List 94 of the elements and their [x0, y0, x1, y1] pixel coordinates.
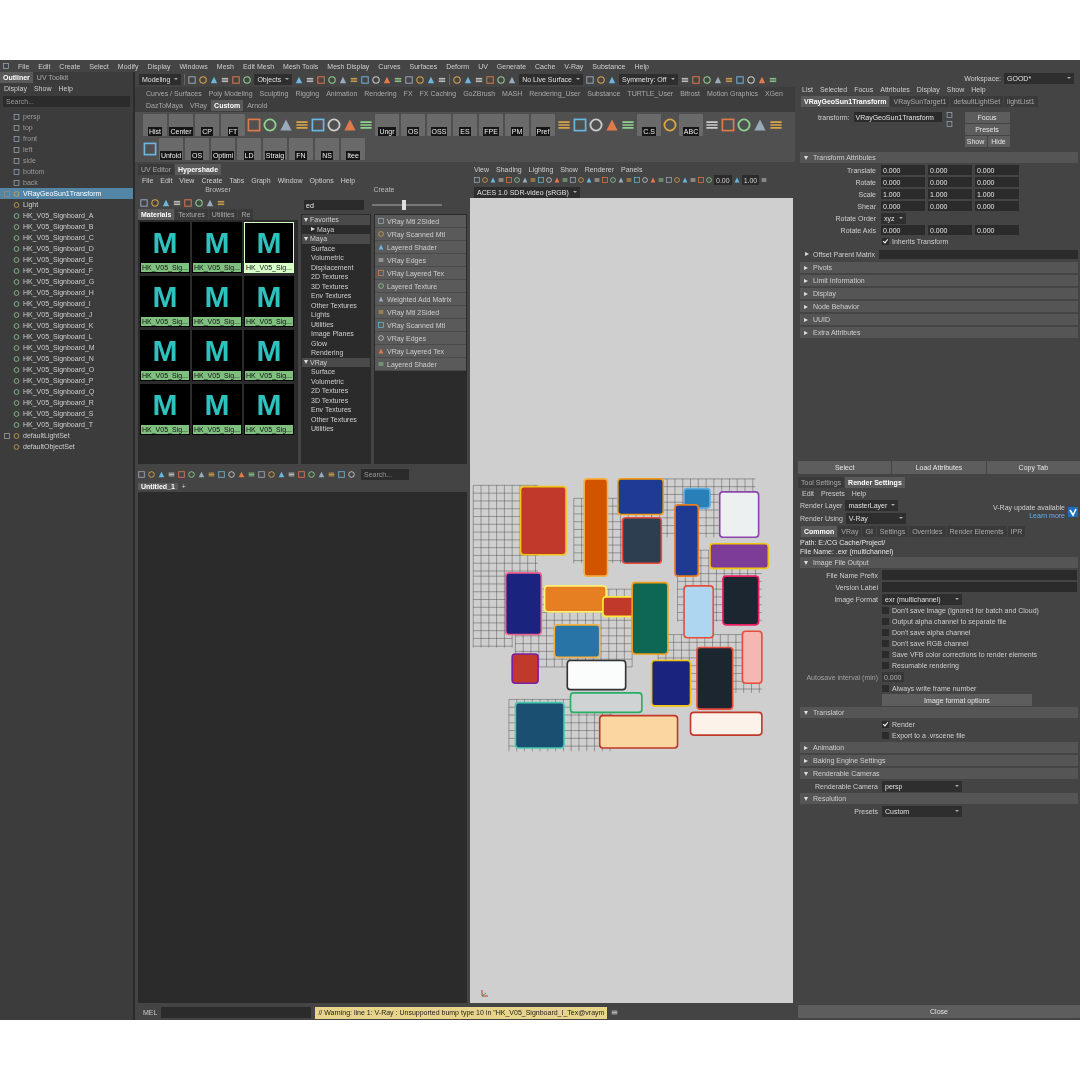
node-icon	[378, 218, 384, 224]
expand-arrow-icon[interactable]	[804, 304, 808, 309]
expand-arrow-icon[interactable]	[805, 252, 809, 256]
shelf-tool-icon[interactable]	[705, 118, 719, 132]
collapse-arrow-icon[interactable]	[804, 771, 808, 776]
node-icon	[378, 335, 384, 341]
node-icon	[378, 270, 384, 276]
shelf-tool-icon[interactable]	[263, 118, 277, 132]
expand-toggle-icon[interactable]	[4, 190, 10, 197]
shelf-tool-icon[interactable]	[311, 118, 325, 132]
viewport-tool-icon[interactable]	[530, 177, 536, 183]
slider-thumb[interactable]	[401, 200, 406, 210]
collapse-arrow-icon[interactable]	[804, 710, 808, 715]
tool-icon[interactable]	[475, 75, 484, 84]
snap-icon[interactable]	[394, 75, 403, 84]
shelf-tool-icon[interactable]	[295, 118, 309, 132]
shelf-tool-icon[interactable]	[621, 118, 635, 132]
logo-icon	[1068, 507, 1078, 517]
render-tool-icon[interactable]	[680, 75, 689, 84]
viewport-tool-icon[interactable]	[761, 177, 768, 183]
expand-arrow-icon[interactable]	[804, 291, 808, 296]
snap-icon[interactable]	[306, 75, 315, 84]
input-icon[interactable]	[945, 112, 953, 118]
checkbox[interactable]	[882, 685, 889, 692]
checkbox[interactable]	[882, 629, 889, 636]
checkbox[interactable]	[882, 640, 889, 647]
node-icon	[378, 296, 384, 302]
node-icon	[378, 322, 384, 328]
node-icon	[378, 361, 384, 367]
graph-tool-icon[interactable]	[168, 470, 175, 478]
render-tool-icon[interactable]	[768, 75, 777, 84]
viewport-tool-icon[interactable]	[733, 177, 740, 183]
expand-arrow-icon[interactable]	[804, 265, 808, 270]
shelf-tool-icon[interactable]	[247, 118, 261, 132]
checkbox[interactable]	[882, 238, 889, 245]
shelf-tool-icon[interactable]	[279, 118, 293, 132]
viewport-tool-icon[interactable]	[690, 177, 696, 183]
command-field[interactable]	[161, 1007, 312, 1018]
checkbox[interactable]	[882, 607, 889, 614]
shelf-tool-icon[interactable]	[663, 118, 677, 132]
snap-icon[interactable]	[438, 75, 447, 84]
viewport-tool-icon[interactable]	[658, 177, 664, 183]
tool-icon[interactable]	[221, 75, 230, 84]
shelf-tool-icon[interactable]	[573, 118, 587, 132]
node-icon	[378, 257, 384, 263]
shelf-tool-icon[interactable]	[737, 118, 751, 132]
browser-tool-icon[interactable]	[173, 198, 181, 207]
snap-icon[interactable]	[295, 75, 304, 84]
shelf-tool-icon[interactable]	[769, 118, 783, 132]
expand-arrow-icon[interactable]	[804, 317, 808, 322]
graph-tool-icon[interactable]	[328, 470, 335, 478]
checkbox[interactable]	[882, 618, 889, 625]
shelf-tool-icon[interactable]	[589, 118, 603, 132]
node-icon	[378, 244, 384, 250]
expand-toggle-icon[interactable]	[4, 432, 10, 439]
viewport-tool-icon[interactable]	[562, 177, 568, 183]
collapse-arrow-icon[interactable]	[804, 155, 808, 160]
viewport-tool-icon[interactable]	[594, 177, 600, 183]
shelf-tool-icon[interactable]	[327, 118, 341, 132]
node-icon	[378, 231, 384, 237]
expand-arrow-icon[interactable]	[804, 745, 808, 750]
shelf-tool-icon[interactable]	[143, 142, 157, 156]
script-editor-icon[interactable]	[611, 1009, 619, 1016]
node-icon	[378, 348, 384, 354]
expand-arrow-icon[interactable]	[804, 330, 808, 335]
graph-tool-icon[interactable]	[248, 470, 255, 478]
checkbox[interactable]	[882, 721, 889, 728]
node-icon	[378, 283, 384, 289]
shelf-tool-icon[interactable]	[721, 118, 735, 132]
text-field[interactable]	[882, 582, 1077, 592]
viewport-tool-icon[interactable]	[498, 177, 504, 183]
matrix-field[interactable]	[879, 249, 1078, 259]
snap-icon[interactable]	[350, 75, 359, 84]
checkbox[interactable]	[882, 651, 889, 658]
render-tool-icon[interactable]	[724, 75, 733, 84]
checkbox[interactable]	[882, 732, 889, 739]
output-icon[interactable]	[945, 121, 953, 127]
browser-tool-icon[interactable]	[217, 198, 225, 207]
shelf-tool-icon[interactable]	[557, 118, 571, 132]
expand-arrow-icon[interactable]	[804, 278, 808, 283]
expand-arrow-icon[interactable]	[804, 758, 808, 763]
shelf-tool-icon[interactable]	[753, 118, 767, 132]
graph-tool-icon[interactable]	[208, 470, 215, 478]
graph-tool-icon[interactable]	[288, 470, 295, 478]
viewport-tool-icon[interactable]	[626, 177, 632, 183]
checkbox[interactable]	[882, 662, 889, 669]
shelf-tool-icon[interactable]	[343, 118, 357, 132]
collapse-arrow-icon[interactable]	[804, 560, 808, 565]
axis-gizmo-icon	[480, 988, 490, 998]
shelf-tool-icon[interactable]	[605, 118, 619, 132]
node-icon	[378, 309, 384, 315]
collapse-arrow-icon[interactable]	[804, 796, 808, 801]
shelf-tool-icon[interactable]	[359, 118, 373, 132]
text-field[interactable]	[882, 570, 1077, 580]
